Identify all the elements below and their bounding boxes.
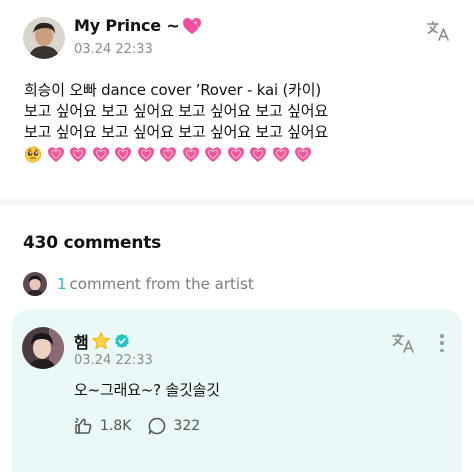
more-icon (440, 341, 444, 345)
post-author[interactable]: My Prince ~ (74, 16, 202, 35)
growing-heart-icon (70, 147, 86, 162)
artist-name: 햄 (74, 333, 89, 352)
section-divider (0, 198, 474, 206)
post-date: 03.24 22:33 (74, 42, 153, 57)
growing-heart-icon (92, 147, 109, 162)
artist-comment-text: 오~그래요~? 솔깃솔깃 (74, 381, 220, 399)
sparkling-heart-icon (182, 17, 202, 35)
post-emoji-row (24, 144, 454, 165)
artist-avatar[interactable] (22, 327, 64, 369)
verified-badge-icon (114, 333, 129, 348)
more-options-button[interactable] (436, 332, 448, 354)
growing-heart-icon (182, 147, 199, 162)
artist-comment-card: 햄 03.24 22:33 오~그래요~? 솔깃솔깃 1.8K 322 (12, 310, 462, 472)
like-button[interactable]: 1.8K (74, 416, 131, 436)
comment-actions: 1.8K 322 (74, 416, 200, 436)
post-author-avatar[interactable] (23, 17, 65, 59)
more-icon (440, 334, 444, 338)
post-author-name: My Prince ~ (74, 16, 180, 35)
more-icon (440, 348, 444, 352)
post-body: 희승이 오빠 dance cover ’Rover - kai (카이) 보고 … (24, 80, 454, 165)
artist-avatar-small (23, 272, 47, 296)
artist-comment-author[interactable]: 햄 (74, 329, 130, 353)
reply-icon (149, 417, 166, 435)
artist-comment-date: 03.24 22:33 (74, 353, 153, 368)
comment-translate-button[interactable] (391, 332, 417, 354)
growing-heart-icon (160, 147, 176, 162)
artist-comment-link[interactable]: 1 comment from the artist (23, 271, 254, 297)
reply-count: 322 (173, 418, 201, 434)
growing-heart-icon (205, 147, 221, 162)
like-icon (74, 417, 92, 434)
growing-heart-icon (295, 147, 311, 162)
translate-icon (392, 333, 414, 353)
translate-button[interactable] (426, 20, 452, 42)
post-line: 보고 싶어요 보고 싶어요 보고 싶어요 보고 싶어요 (24, 102, 328, 120)
growing-heart-icon (250, 147, 266, 162)
comments-count: 430 comments (23, 233, 162, 253)
growing-heart-icon (227, 147, 244, 162)
pleading-face-icon (24, 146, 42, 163)
growing-heart-icon (47, 147, 64, 162)
post-line: 보고 싶어요 보고 싶어요 보고 싶어요 보고 싶어요 (24, 123, 328, 141)
artist-comment-label: comment from the artist (69, 275, 254, 293)
like-count: 1.8K (100, 418, 132, 434)
post-line: 희승이 오빠 dance cover ’Rover - kai (카이) (24, 81, 322, 99)
star-icon (91, 332, 110, 349)
artist-comment-count: 1 (57, 275, 67, 293)
growing-heart-icon (115, 147, 131, 162)
post: My Prince ~ 03.24 22:33 희승이 오빠 dance cov… (0, 0, 474, 200)
growing-heart-icon (272, 147, 289, 162)
translate-icon (427, 21, 449, 41)
reply-button[interactable]: 322 (147, 416, 200, 436)
growing-heart-icon (137, 147, 154, 162)
